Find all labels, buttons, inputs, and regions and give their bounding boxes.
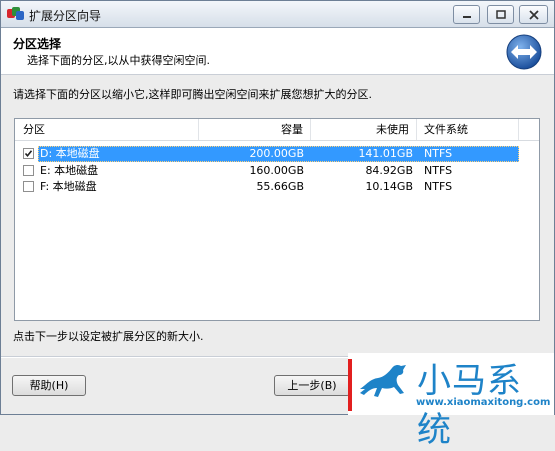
watermark-url: www.xiaomaxitong.com: [416, 397, 551, 408]
close-button[interactable]: [519, 5, 548, 24]
list-header: 分区 容量 未使用 文件系统: [15, 119, 539, 141]
partition-unused: 10.14GB: [365, 180, 413, 193]
partition-filesystem: NTFS: [424, 147, 453, 160]
close-icon: [528, 9, 539, 20]
partition-capacity: 200.00GB: [249, 147, 304, 160]
help-button[interactable]: 帮助(H): [12, 375, 86, 396]
partition-filesystem: NTFS: [424, 180, 453, 193]
partition-unused: 84.92GB: [365, 164, 413, 177]
back-button[interactable]: 上一步(B): [274, 375, 350, 396]
page-title: 分区选择: [13, 37, 62, 51]
partition-name: D: 本地磁盘: [40, 147, 100, 160]
column-header-unused[interactable]: 未使用: [311, 119, 417, 140]
title-bar[interactable]: 扩展分区向导: [1, 1, 554, 28]
minimize-button[interactable]: [453, 5, 480, 24]
partition-name: F: 本地磁盘: [40, 180, 97, 193]
wizard-window: 扩展分区向导 分区选择 选择下面的分区,以从中获得空闲空间. 请选择下面的分区以…: [0, 0, 555, 450]
app-logo-icon: [7, 7, 24, 20]
row-checkbox[interactable]: [23, 148, 34, 159]
maximize-button[interactable]: [487, 5, 514, 24]
horse-logo-icon: [360, 364, 406, 397]
watermark: 小马系统 www.xiaomaxitong.com: [348, 353, 554, 450]
row-checkbox[interactable]: [23, 181, 34, 192]
row-checkbox[interactable]: [23, 165, 34, 176]
column-header-partition[interactable]: 分区: [15, 119, 199, 140]
partition-capacity: 160.00GB: [249, 164, 304, 177]
column-header-filesystem[interactable]: 文件系统: [417, 119, 519, 140]
instruction-text: 请选择下面的分区以缩小它,这样即可腾出空闲空间来扩展您想扩大的分区.: [13, 88, 372, 101]
maximize-icon: [495, 10, 506, 19]
table-row[interactable]: D: 本地磁盘 200.00GB 141.01GB NTFS: [19, 146, 519, 162]
watermark-bar: [348, 359, 352, 411]
table-row[interactable]: F: 本地磁盘 55.66GB 10.14GB NTFS: [19, 179, 519, 195]
wizard-header: 分区选择 选择下面的分区,以从中获得空闲空间.: [1, 28, 554, 75]
double-arrow-icon: [506, 34, 542, 70]
column-header-capacity[interactable]: 容量: [199, 119, 311, 140]
window-title: 扩展分区向导: [29, 9, 102, 23]
partition-filesystem: NTFS: [424, 164, 453, 177]
partition-unused: 141.01GB: [358, 147, 413, 160]
checkmark-icon: [24, 150, 33, 158]
status-text: 点击下一步以设定被扩展分区的新大小.: [13, 330, 204, 343]
partition-capacity: 55.66GB: [256, 180, 304, 193]
partition-name: E: 本地磁盘: [40, 164, 99, 177]
minimize-icon: [462, 15, 471, 18]
page-subtitle: 选择下面的分区,以从中获得空闲空间.: [27, 54, 210, 67]
table-row[interactable]: E: 本地磁盘 160.00GB 84.92GB NTFS: [19, 163, 519, 179]
partition-list[interactable]: 分区 容量 未使用 文件系统 D: 本地磁盘 200.00GB 141.01GB…: [14, 118, 540, 321]
